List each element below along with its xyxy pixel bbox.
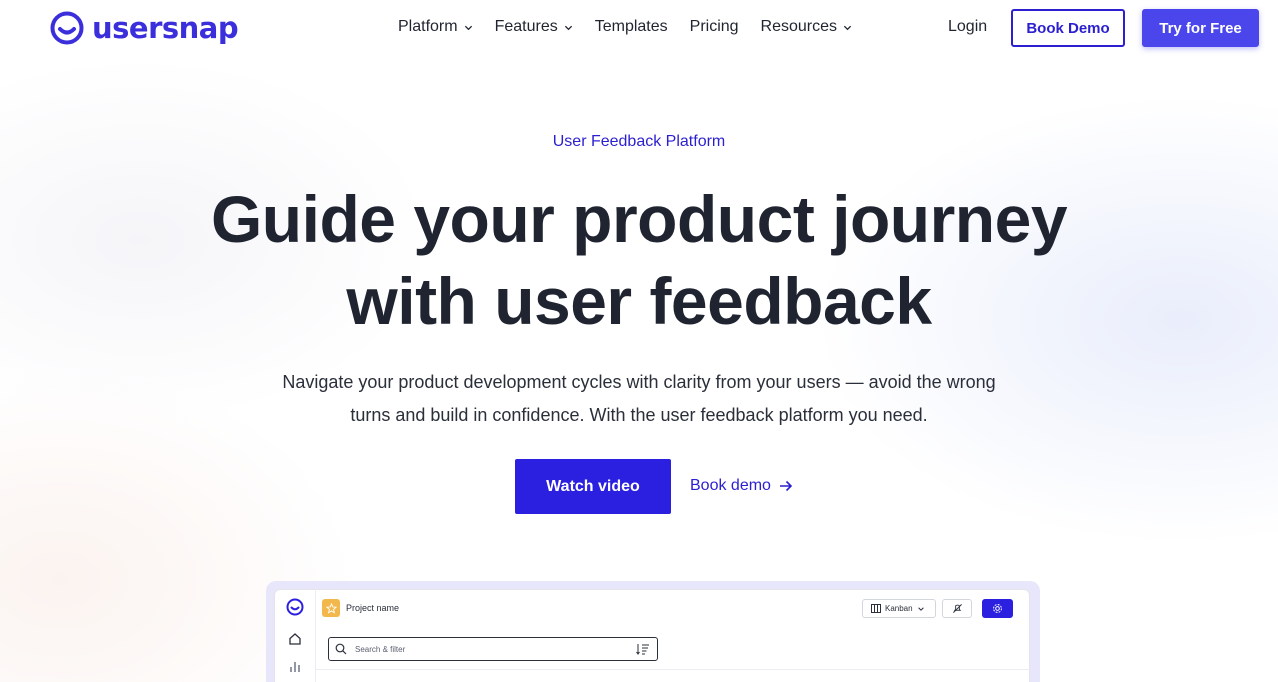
brand-name: usersnap (92, 11, 239, 45)
login-link[interactable]: Login (948, 18, 987, 36)
nav-item-label: Resources (760, 18, 838, 35)
chevron-down-icon (917, 606, 924, 611)
nav-item-label: Templates (594, 18, 668, 35)
chevron-down-icon (464, 25, 472, 30)
book-demo-link[interactable]: Book demo (690, 477, 793, 495)
kanban-icon (871, 604, 881, 613)
search-icon (335, 643, 347, 655)
nav-item-platform[interactable]: Platform (398, 18, 473, 36)
star-icon (322, 599, 340, 617)
nav-item-label: Features (494, 18, 558, 35)
watch-video-button[interactable]: Watch video (515, 459, 671, 514)
sort-icon[interactable] (636, 643, 650, 655)
subtitle-line-1: Navigate your product development cycles… (282, 372, 996, 392)
brand-logo[interactable]: usersnap (50, 11, 239, 45)
headline-line-2: with user feedback (346, 264, 932, 338)
view-select-value: Kanban (885, 604, 913, 613)
mute-button[interactable] (942, 599, 972, 618)
gear-icon (993, 604, 1002, 613)
search-input[interactable]: Search & filter (328, 637, 658, 661)
chevron-down-icon (564, 25, 572, 30)
try-for-free-button[interactable]: Try for Free (1142, 9, 1259, 47)
usersnap-logo-icon (50, 11, 84, 45)
nav-item-pricing[interactable]: Pricing (690, 18, 739, 36)
nav-item-label: Pricing (689, 18, 739, 35)
nav-item-templates[interactable]: Templates (595, 18, 668, 36)
headline-line-1: Guide your product journey (210, 182, 1068, 256)
subtitle-line-2: turns and build in confidence. With the … (350, 405, 928, 425)
nav-item-features[interactable]: Features (495, 18, 573, 36)
mute-icon (952, 604, 962, 613)
hero-headline: Guide your product journey with user fee… (0, 178, 1278, 342)
preview-divider (316, 669, 1030, 670)
nav-item-resources[interactable]: Resources (761, 18, 852, 36)
chevron-down-icon (843, 25, 852, 30)
main-menu: Platform Features Templates Pricing Reso… (398, 18, 852, 36)
preview-project-name: Project name (346, 603, 400, 613)
book-demo-button[interactable]: Book Demo (1011, 9, 1125, 47)
hero-subtitle: Navigate your product development cycles… (0, 366, 1278, 432)
home-icon[interactable] (288, 632, 302, 646)
book-demo-link-label: Book demo (690, 477, 771, 494)
top-navigation: usersnap Platform Features Templates Pri… (0, 0, 1278, 58)
settings-button[interactable] (982, 599, 1013, 618)
hero-eyebrow: User Feedback Platform (552, 133, 726, 150)
arrow-right-icon (779, 480, 793, 492)
usersnap-logo-icon (286, 598, 304, 616)
nav-item-label: Platform (398, 18, 458, 35)
view-select[interactable]: Kanban (862, 599, 936, 618)
bar-chart-icon[interactable] (289, 659, 301, 673)
